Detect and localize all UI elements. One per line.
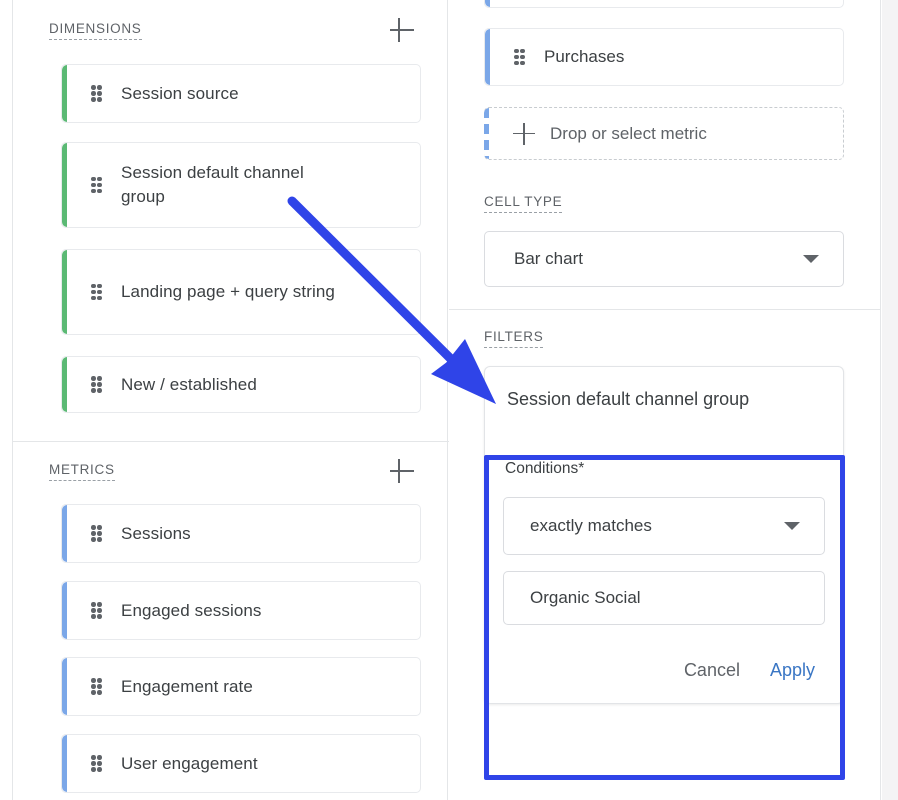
chevron-down-icon — [803, 255, 819, 263]
dimension-accent-bar — [62, 143, 67, 227]
dimension-chip-label: Landing page + query string — [121, 282, 335, 301]
dimension-chip-landing-page-query-string[interactable]: Landing page + query string — [61, 249, 421, 335]
value-chip-partial[interactable] — [484, 0, 844, 8]
dimension-accent-bar — [62, 250, 67, 334]
drag-handle-icon[interactable] — [91, 755, 102, 772]
metric-accent-bar — [62, 658, 67, 715]
dimension-chip-label: Session default channel group — [121, 163, 304, 206]
drop-zone-accent-bar — [484, 108, 489, 159]
plus-icon — [513, 122, 535, 145]
dimensions-section-label: DIMENSIONS — [49, 21, 142, 40]
dimension-chip-label: New / established — [121, 374, 257, 394]
dimension-chip-new-established[interactable]: New / established — [61, 356, 421, 413]
cell-type-select[interactable]: Bar chart — [484, 231, 844, 287]
left-gutter — [0, 0, 12, 800]
variables-panel: DIMENSIONS Session source Session defaul… — [12, 0, 449, 800]
value-chip-purchases[interactable]: Purchases — [484, 28, 844, 86]
panel-divider — [13, 441, 449, 442]
drop-zone-label: Drop or select metric — [550, 123, 707, 143]
right-gutter — [882, 0, 898, 800]
app-root: DIMENSIONS Session source Session defaul… — [0, 0, 898, 800]
value-chip-label: Purchases — [544, 47, 625, 66]
dimension-accent-bar — [62, 357, 67, 412]
metric-accent-bar — [62, 735, 67, 792]
dimension-accent-bar — [62, 65, 67, 122]
match-type-selected-value: exactly matches — [530, 516, 652, 535]
metric-accent-bar — [62, 582, 67, 639]
metric-chip-label: Engaged sessions — [121, 600, 262, 620]
apply-button[interactable]: Apply — [768, 655, 817, 685]
metric-chip-label: Engagement rate — [121, 676, 253, 696]
add-dimension-plus-icon[interactable] — [387, 15, 417, 45]
metric-chip-label: Sessions — [121, 523, 191, 543]
conditions-label: Conditions* — [505, 460, 585, 477]
cancel-button[interactable]: Cancel — [682, 655, 742, 685]
drag-handle-icon[interactable] — [514, 48, 525, 66]
filter-value-input[interactable]: Organic Social — [503, 571, 825, 625]
settings-divider — [449, 309, 881, 310]
dimension-chip-session-default-channel-group[interactable]: Session default channel group — [61, 142, 421, 228]
drag-handle-icon[interactable] — [91, 525, 102, 542]
dimension-chip-label: Session source — [121, 83, 239, 103]
cell-type-section-label: CELL TYPE — [484, 194, 563, 213]
metric-chip-engaged-sessions[interactable]: Engaged sessions — [61, 581, 421, 640]
filter-dimension-name: Session default channel group — [507, 389, 750, 409]
value-accent-bar — [485, 0, 490, 7]
metric-chip-sessions[interactable]: Sessions — [61, 504, 421, 563]
filters-section-label: FILTERS — [484, 329, 544, 348]
drag-handle-icon[interactable] — [91, 85, 102, 102]
match-type-select[interactable]: exactly matches — [503, 497, 825, 555]
value-accent-bar — [485, 29, 490, 85]
metric-chip-label: User engagement — [121, 753, 258, 773]
metric-chip-user-engagement[interactable]: User engagement — [61, 734, 421, 793]
metric-chip-engagement-rate[interactable]: Engagement rate — [61, 657, 421, 716]
add-metric-plus-icon[interactable] — [387, 456, 417, 486]
filter-card: Session default channel group Conditions… — [484, 366, 844, 704]
drag-handle-icon[interactable] — [91, 283, 102, 301]
metrics-section-label: METRICS — [49, 462, 115, 481]
dimension-chip-session-source[interactable]: Session source — [61, 64, 421, 123]
metric-accent-bar — [62, 505, 67, 562]
chevron-down-icon — [784, 522, 800, 530]
drag-handle-icon[interactable] — [91, 376, 102, 393]
drag-handle-icon[interactable] — [91, 678, 102, 695]
metrics-header: METRICS — [49, 457, 417, 485]
drag-handle-icon[interactable] — [91, 176, 102, 194]
filter-actions: Cancel Apply — [503, 655, 825, 689]
drag-handle-icon[interactable] — [91, 602, 102, 619]
filter-editor: Conditions* exactly matches Organic Soci… — [485, 459, 843, 703]
filter-value-text: Organic Social — [530, 588, 641, 607]
cell-type-selected-value: Bar chart — [514, 249, 583, 268]
drop-or-select-metric-zone[interactable]: Drop or select metric — [484, 107, 844, 160]
dimensions-header: DIMENSIONS — [49, 16, 417, 44]
